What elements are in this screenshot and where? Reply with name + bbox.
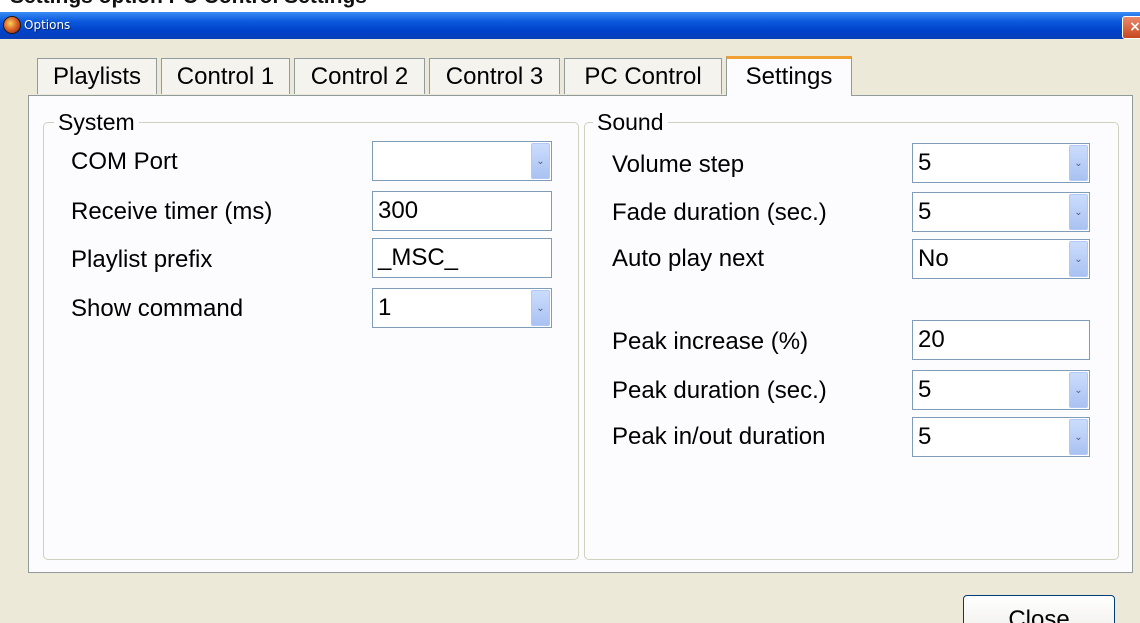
title-bar[interactable]: Options × [0, 12, 1140, 39]
receive-timer-label: Receive timer (ms) [71, 198, 273, 225]
app-icon [4, 17, 20, 33]
show-command-select[interactable]: 1 ⌄ [372, 288, 552, 328]
receive-timer-input[interactable]: 300 [372, 191, 552, 231]
com-port-select[interactable]: ⌄ [372, 141, 552, 181]
volume-step-value: 5 [918, 149, 932, 176]
sound-legend: Sound [593, 109, 668, 136]
chevron-down-icon[interactable]: ⌄ [1069, 419, 1088, 455]
volume-step-label: Volume step [612, 151, 745, 178]
show-command-value: 1 [378, 294, 392, 321]
volume-step-select[interactable]: 5 ⌄ [912, 143, 1090, 183]
peak-increase-label: Peak increase (%) [612, 328, 809, 355]
close-button[interactable]: Close [963, 595, 1115, 623]
options-window: Options × Playlists Control 1 Control 2 … [0, 12, 1140, 623]
playlist-prefix-input[interactable]: _MSC_ [372, 238, 552, 278]
peak-inout-duration-label: Peak in/out duration [612, 423, 826, 450]
fade-duration-select[interactable]: 5 ⌄ [912, 192, 1090, 232]
tab-settings[interactable]: Settings [726, 56, 852, 96]
fade-duration-value: 5 [918, 198, 932, 225]
tab-pc-control[interactable]: PC Control [564, 58, 722, 94]
tab-control-2[interactable]: Control 2 [294, 58, 425, 94]
settings-panel: System COM Port ⌄ Receive timer (ms) 300… [28, 95, 1133, 573]
peak-duration-value: 5 [918, 376, 932, 403]
peak-duration-select[interactable]: 5 ⌄ [912, 370, 1090, 410]
auto-play-next-select[interactable]: No ⌄ [912, 239, 1090, 279]
auto-play-next-label: Auto play next [612, 245, 765, 272]
chevron-down-icon[interactable]: ⌄ [531, 290, 550, 326]
peak-increase-input[interactable]: 20 [912, 320, 1090, 360]
peak-inout-duration-select[interactable]: 5 ⌄ [912, 417, 1090, 457]
peak-inout-duration-value: 5 [918, 423, 932, 450]
playlist-prefix-label: Playlist prefix [71, 246, 213, 273]
chevron-down-icon[interactable]: ⌄ [531, 143, 550, 179]
com-port-label: COM Port [71, 148, 178, 175]
chevron-down-icon[interactable]: ⌄ [1069, 194, 1088, 230]
tab-control-1[interactable]: Control 1 [161, 58, 290, 94]
tab-control-3[interactable]: Control 3 [429, 58, 560, 94]
window-title: Options [24, 18, 71, 32]
chevron-down-icon[interactable]: ⌄ [1069, 241, 1088, 277]
chevron-down-icon[interactable]: ⌄ [1069, 372, 1088, 408]
system-legend: System [54, 109, 139, 136]
peak-duration-label: Peak duration (sec.) [612, 377, 827, 404]
chevron-down-icon[interactable]: ⌄ [1069, 145, 1088, 181]
window-close-icon[interactable]: × [1122, 16, 1140, 39]
fade-duration-label: Fade duration (sec.) [612, 199, 827, 226]
show-command-label: Show command [71, 295, 244, 322]
auto-play-next-value: No [918, 245, 949, 272]
tab-playlists[interactable]: Playlists [37, 58, 157, 94]
header-text: Settings option PC Control Settings [10, 0, 367, 9]
header-strip: Settings option PC Control Settings [0, 0, 1140, 12]
system-group: System [43, 109, 579, 560]
